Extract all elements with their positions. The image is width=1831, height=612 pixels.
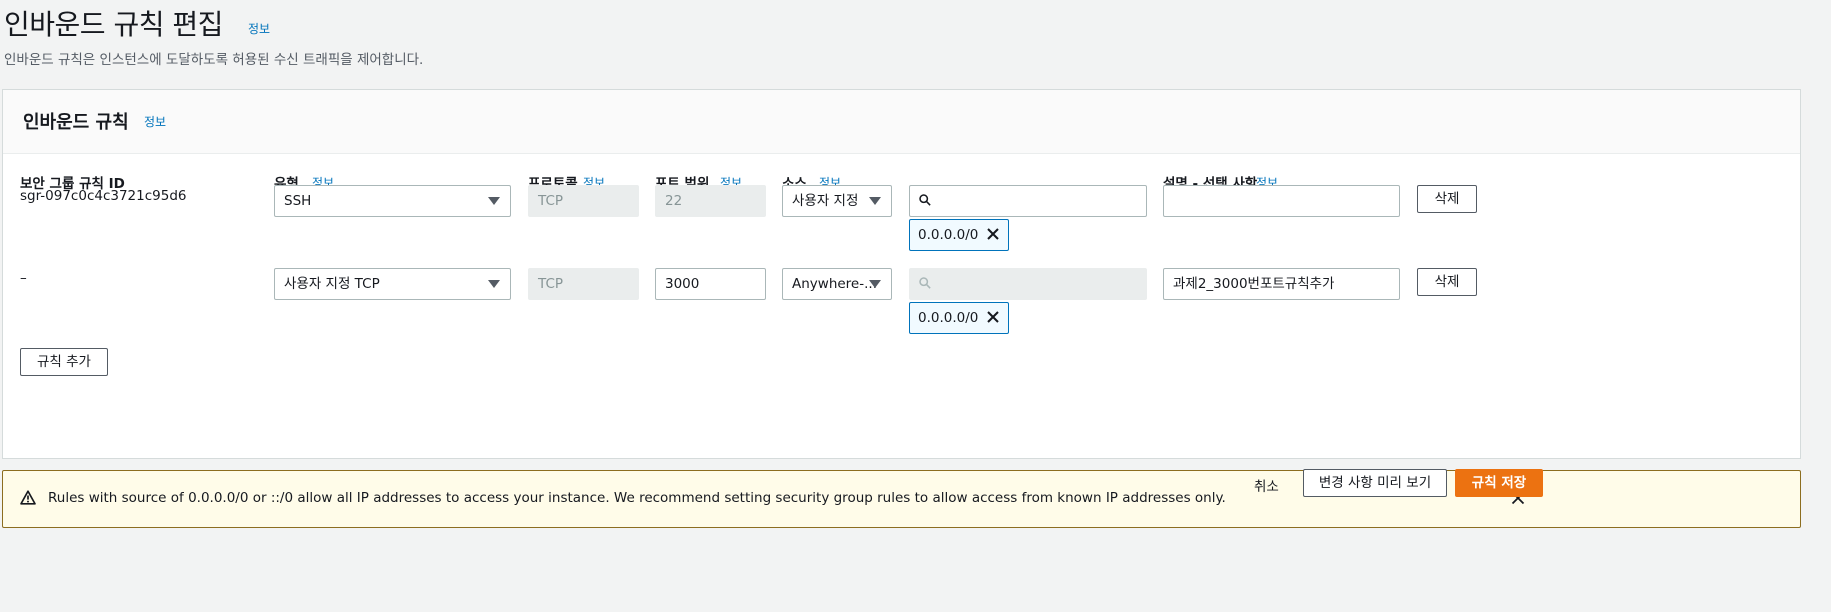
source-type-value-1: 사용자 지정 (792, 193, 859, 209)
source-type-select-1[interactable]: 사용자 지정 (782, 185, 892, 217)
source-chip-2: 0.0.0.0/0 (909, 302, 1010, 334)
inbound-rules-panel: 인바운드 규칙 정보 보안 그룹 규칙 ID 유형 정보 프로토콜 정보 포트 … (2, 89, 1801, 459)
search-icon (919, 194, 931, 206)
type-select-2[interactable]: 사용자 지정 TCP (274, 268, 511, 300)
delete-rule-button-1[interactable]: 삭제 (1417, 185, 1477, 213)
source-chip-label-1: 0.0.0.0/0 (918, 227, 979, 243)
port-range-field-1: 22 (655, 185, 766, 217)
save-rules-button[interactable]: 규칙 저장 (1455, 469, 1543, 497)
type-select-value-1: SSH (284, 193, 312, 209)
page-title-info-link[interactable]: 정보 (248, 20, 270, 37)
delete-rule-button-2[interactable]: 삭제 (1417, 268, 1477, 296)
caret-down-icon (869, 197, 881, 205)
source-chip-1: 0.0.0.0/0 (909, 219, 1010, 251)
source-chip-label-2: 0.0.0.0/0 (918, 310, 979, 326)
close-icon[interactable] (986, 310, 1000, 324)
panel-title-info-link[interactable]: 정보 (144, 113, 166, 130)
type-select-1[interactable]: SSH (274, 185, 511, 217)
caret-down-icon (869, 280, 881, 288)
preview-changes-button[interactable]: 변경 사항 미리 보기 (1303, 469, 1447, 497)
caret-down-icon (488, 197, 500, 205)
close-icon[interactable] (986, 227, 1000, 241)
caret-down-icon (488, 280, 500, 288)
warning-icon (20, 490, 36, 505)
description-input-2[interactable]: 과제2_3000번포트규칙추가 (1163, 268, 1400, 300)
search-icon (919, 277, 931, 289)
protocol-field-1: TCP (528, 185, 639, 217)
warning-text: Rules with source of 0.0.0.0/0 or ::/0 a… (48, 490, 1226, 506)
port-range-input-2[interactable]: 3000 (655, 268, 766, 300)
source-search-input-1[interactable] (909, 185, 1147, 217)
rule-id-1: sgr-097c0c4c3721c95d6 (20, 188, 187, 204)
page-title: 인바운드 규칙 편집 (4, 8, 223, 41)
protocol-field-2: TCP (528, 268, 639, 300)
cancel-button[interactable]: 취소 (1254, 475, 1279, 495)
page-description: 인바운드 규칙은 인스턴스에 도달하도록 허용된 수신 트래픽을 제어합니다. (4, 52, 424, 68)
add-rule-button[interactable]: 규칙 추가 (20, 348, 108, 376)
panel-header: 인바운드 규칙 정보 (3, 90, 1800, 154)
source-type-value-2: Anywhere-... (792, 276, 877, 292)
source-search-input-2 (909, 268, 1147, 300)
description-input-1[interactable] (1163, 185, 1400, 217)
panel-title: 인바운드 규칙 (23, 112, 129, 133)
rule-id-2: – (20, 270, 27, 286)
type-select-value-2: 사용자 지정 TCP (284, 276, 380, 292)
source-type-select-2[interactable]: Anywhere-... (782, 268, 892, 300)
